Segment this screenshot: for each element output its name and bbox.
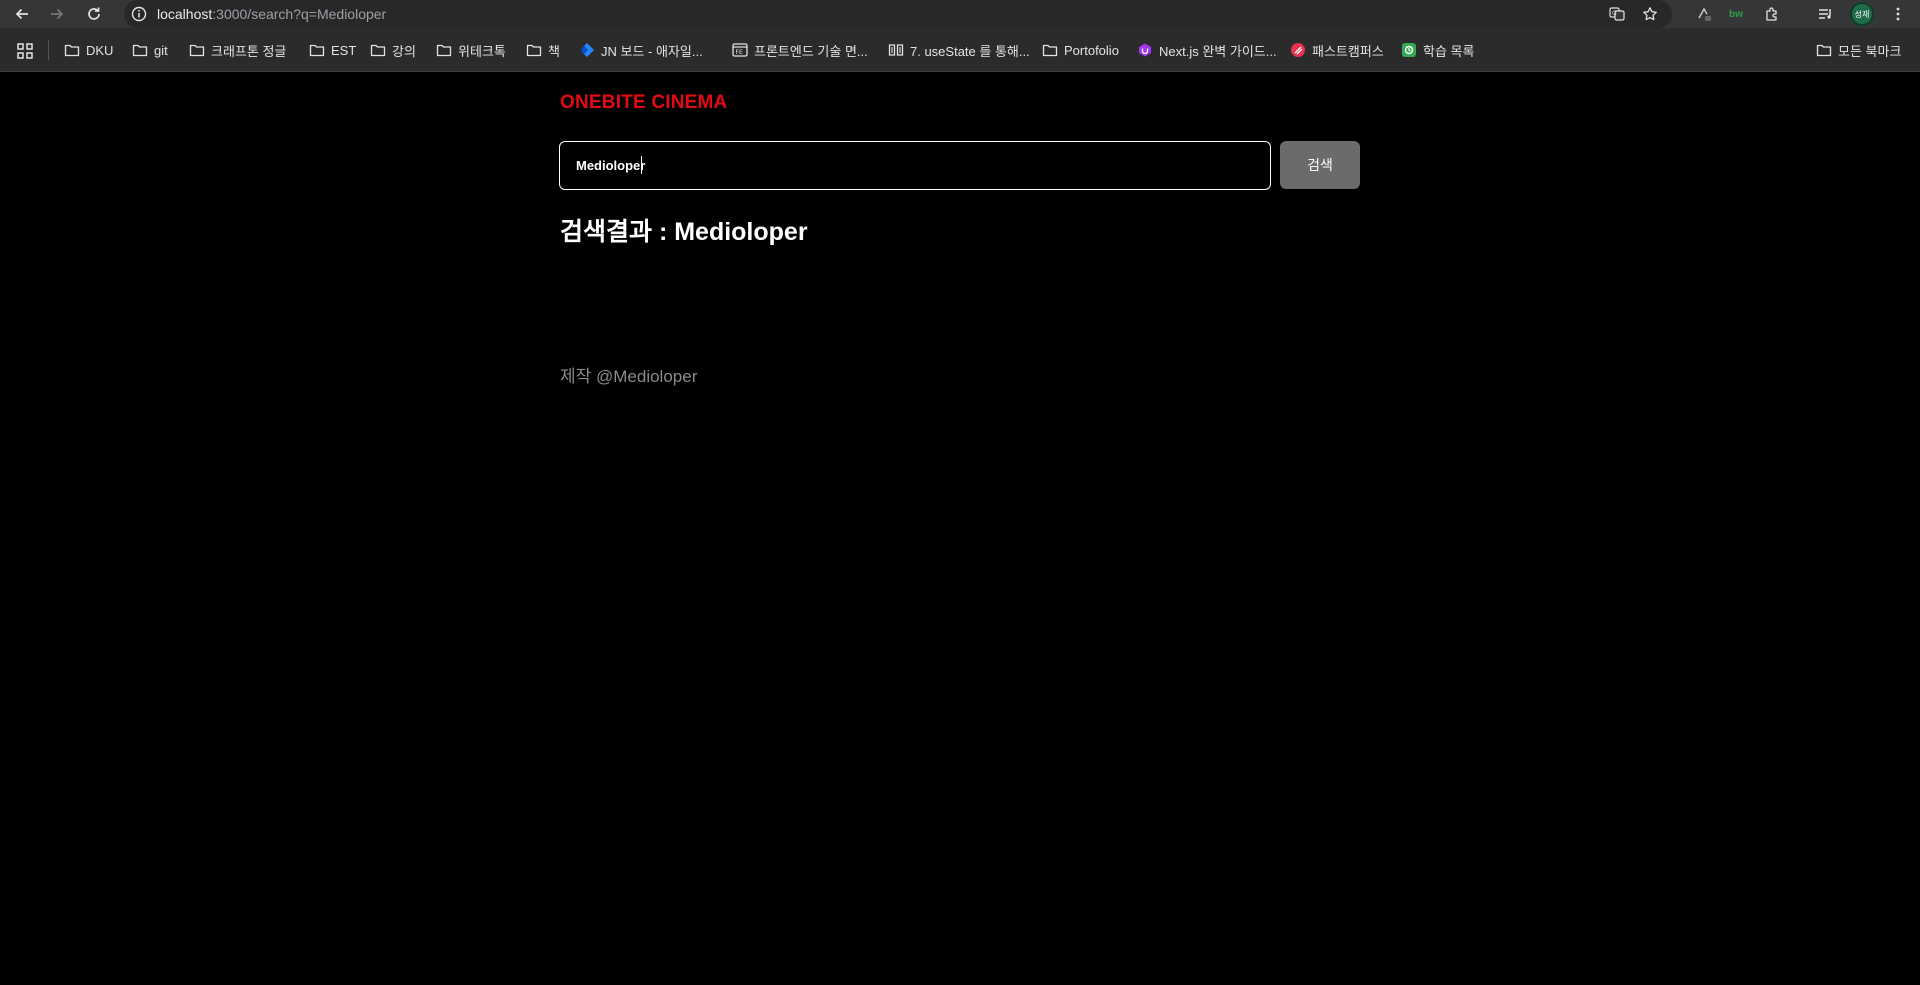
address-url[interactable]: localhost:3000/search?q=Medioloper [157,6,386,22]
profile-label: 성재 [1854,9,1870,19]
bookmark-label: JN 보드 - 애자일... [601,43,703,59]
bookmark-label: DKU [86,42,114,58]
translate-icon[interactable]: G [1607,4,1627,24]
folder-icon [370,44,386,57]
apps-grid-icon[interactable] [16,42,34,60]
bookmark-fastcampus[interactable]: 패스트캠퍼스 [1290,41,1384,59]
bookmarks-divider [48,40,49,60]
svg-text:G: G [1612,10,1617,17]
bookmark-label: Portofolio [1064,42,1119,58]
bookmark-folder-krafton-jungle[interactable]: 크래프톤 정글 [189,41,286,59]
bookmark-label: 강의 [392,43,416,59]
folder-icon [64,44,80,57]
bookmark-folder-wetechtalk[interactable]: 위테크톡 [436,41,506,59]
svg-text:FE: FE [736,49,743,56]
profile-avatar[interactable]: 성재 [1850,2,1874,26]
site-logo[interactable]: ONEBITE CINEMA [560,92,727,114]
search-input[interactable] [559,141,1271,190]
bookmark-folder-portofolio[interactable]: Portofolio [1042,41,1119,59]
bookmark-folder-git[interactable]: git [132,41,168,59]
bookmark-label: 프론트엔드 기술 면... [754,43,868,59]
bookmark-label: 7. useState 를 통해... [910,43,1030,59]
search-result-title: 검색결과 : Medioloper [560,218,808,246]
bookmark-folder-est[interactable]: EST [309,41,356,59]
back-icon[interactable] [12,4,32,24]
bookmark-frontend-interview[interactable]: FE 프론트엔드 기술 면... [732,41,868,59]
bookmark-folder-all[interactable]: 모든 북마크 [1816,41,1901,59]
bookmark-label: 위테크톡 [458,43,506,59]
bookmark-label: Next.js 완벽 가이드... [1159,43,1277,59]
url-path: :3000/search?q=Medioloper [212,6,387,22]
bookmark-label: EST [331,42,357,58]
text-caret [641,156,642,174]
bitwarden-extension-icon[interactable]: bw [1726,4,1746,24]
udemy-icon [1139,43,1151,57]
bookmark-label: 크래프톤 정글 [211,43,287,59]
page-footer: 제작 @Medioloper [560,367,698,386]
menu-kebab-icon[interactable] [1888,4,1908,24]
bookmark-label: git [154,42,168,58]
bookmark-learning-list[interactable]: 학습 목록 [1401,41,1474,59]
fastcampus-icon [1291,43,1305,57]
browser-toolbar: localhost:3000/search?q=Medioloper G bw … [0,0,1920,28]
folder-icon [1042,44,1058,57]
extension-icon[interactable] [1694,4,1714,24]
search-button[interactable]: 검색 [1280,141,1360,189]
bookmark-folder-books[interactable]: 책 [526,41,560,59]
folder-icon [526,44,542,57]
jira-icon [581,43,594,57]
bookmark-nextjs-guide[interactable]: Next.js 완벽 가이드... [1137,41,1277,59]
folder-icon [132,44,148,57]
bookmark-label: 학습 목록 [1423,43,1475,59]
folder-icon [1816,44,1832,57]
bookmark-star-icon[interactable] [1640,4,1660,24]
book-icon [888,44,904,56]
url-host: localhost [157,6,213,22]
bookmark-usestate[interactable]: 7. useState 를 통해... [888,41,1030,59]
extensions-puzzle-icon[interactable] [1762,4,1782,24]
site-favicon-icon: FE [732,43,748,57]
extension-label: bw [1729,8,1743,20]
bookmark-label: 패스트캠퍼스 [1312,43,1384,59]
forward-icon[interactable] [47,4,67,24]
bookmark-jira-board[interactable]: JN 보드 - 애자일... [579,41,703,59]
reload-icon[interactable] [84,4,104,24]
bookmark-folder-lectures[interactable]: 강의 [370,41,416,59]
learning-list-icon [1402,43,1416,57]
folder-icon [436,44,452,57]
bookmark-label: 모든 북마크 [1838,43,1902,59]
reading-list-icon[interactable] [1815,4,1835,24]
folder-icon [189,44,205,57]
folder-icon [309,44,325,57]
site-info-icon[interactable] [130,5,148,23]
bookmark-folder-dku[interactable]: DKU [64,41,113,59]
bookmark-label: 책 [548,43,560,59]
